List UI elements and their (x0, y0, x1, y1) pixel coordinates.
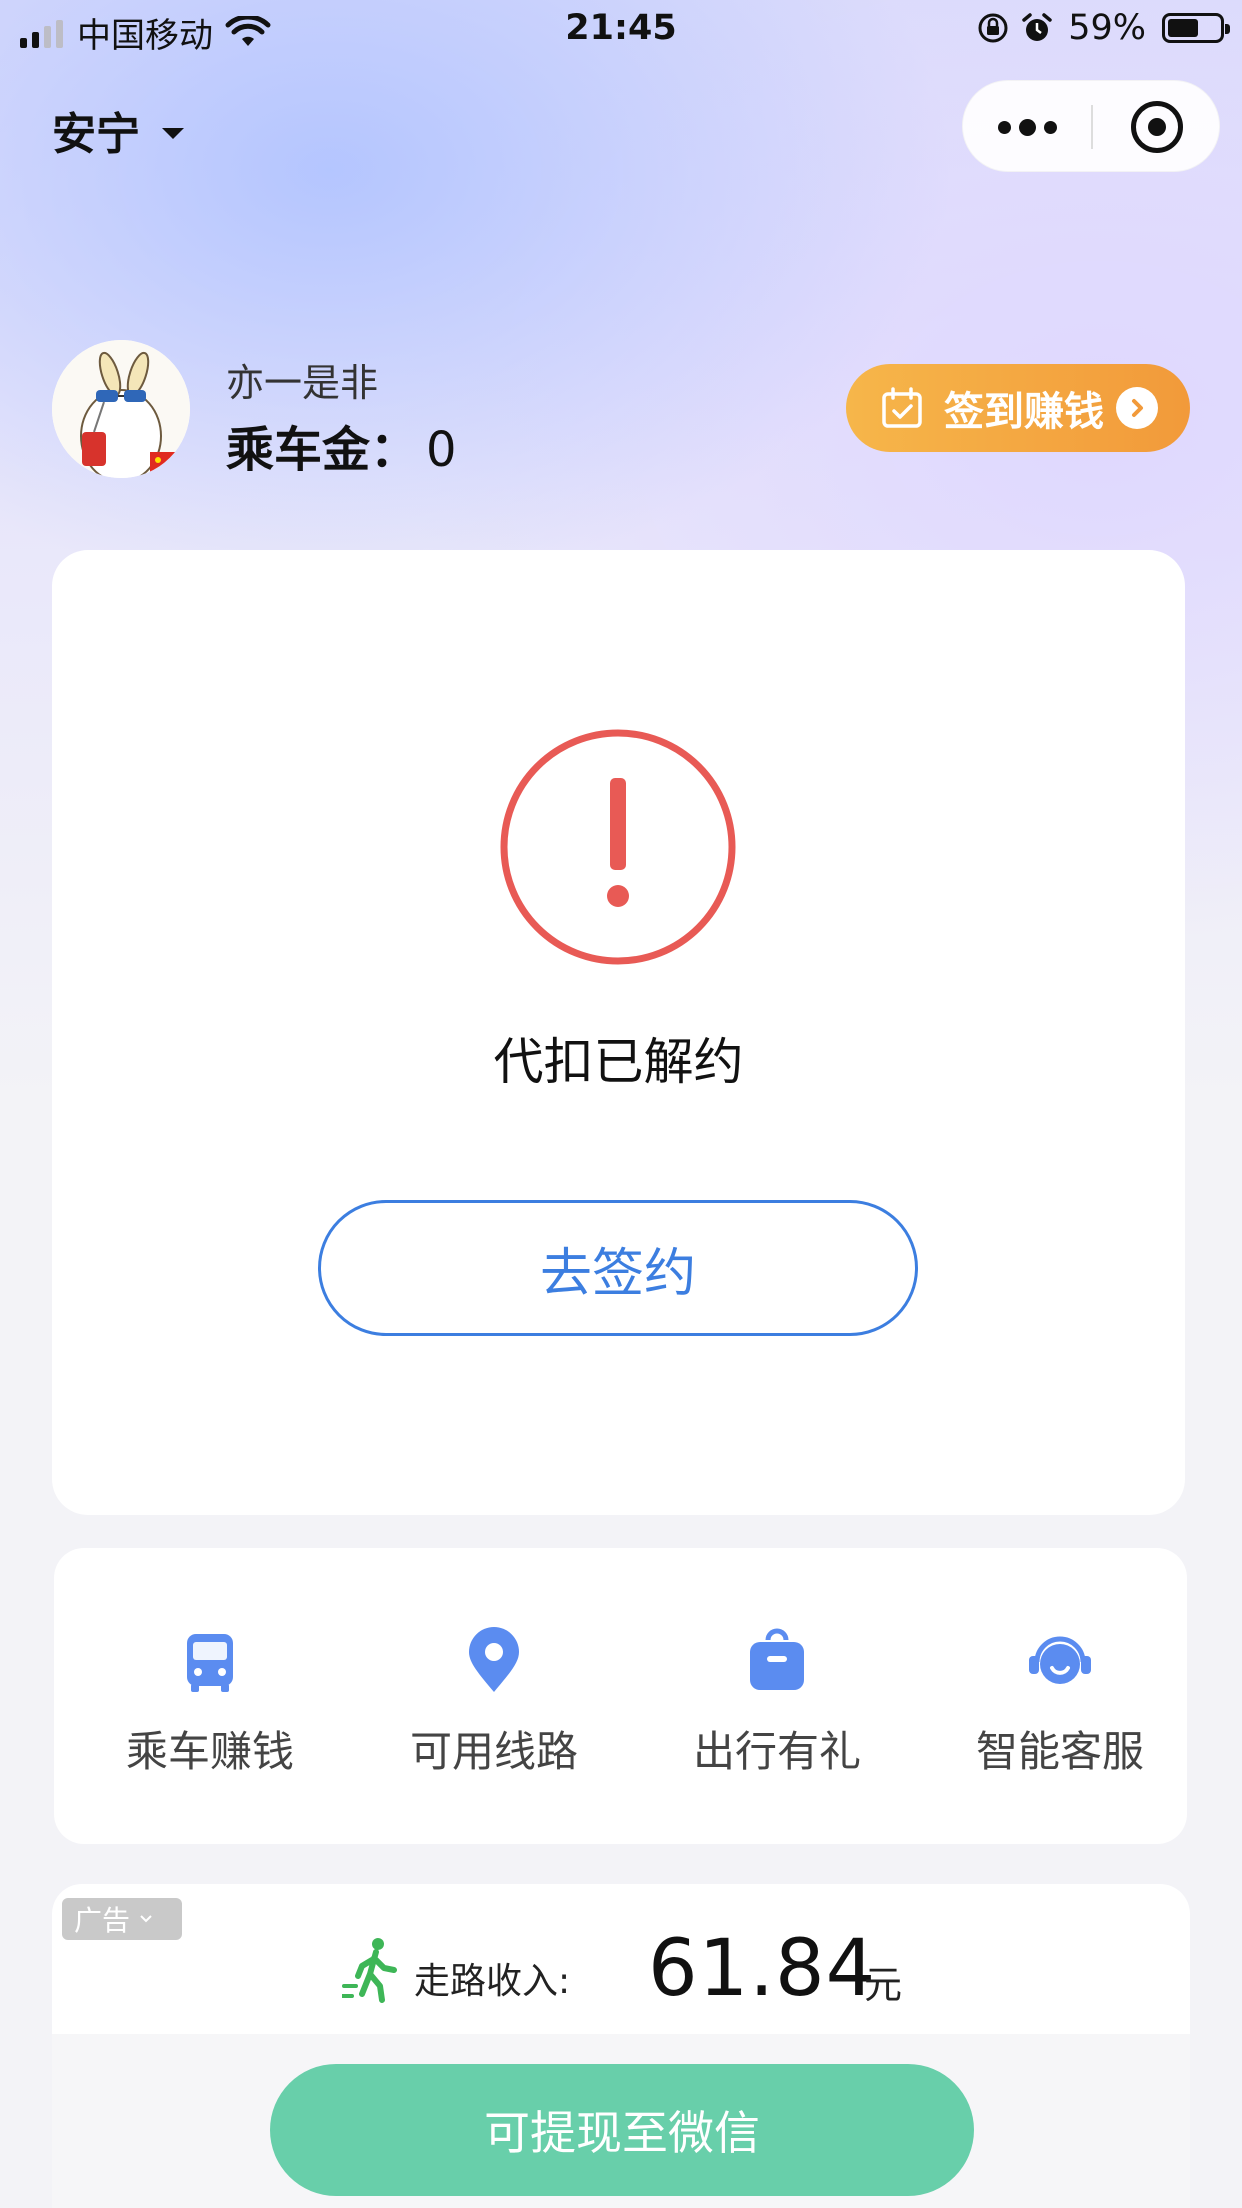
bus-icon (187, 1634, 233, 1692)
nav-item-customer-service[interactable]: 智能客服 (940, 1626, 1180, 1779)
battery-percent: 59% (1068, 8, 1146, 48)
walking-income-label: 走路收入: (414, 1961, 571, 2002)
customer-service-icon (1029, 1636, 1091, 1684)
avatar-image (52, 340, 190, 478)
signin-label: 签到赚钱 (944, 389, 1104, 435)
chevron-down-icon (140, 1915, 152, 1923)
alarm-icon (1022, 13, 1052, 41)
chevron-right-icon (1116, 387, 1158, 429)
location-pin-icon (469, 1627, 519, 1692)
target-icon (1131, 101, 1183, 153)
city-selector[interactable]: 安宁 (52, 98, 184, 162)
withdraw-to-wechat-button[interactable]: 可提现至微信 (270, 2064, 974, 2196)
contract-status-text: 代扣已解约 (493, 1033, 744, 1091)
nav-item-ride-earn[interactable]: 乘车赚钱 (90, 1626, 330, 1779)
go-sign-button[interactable]: 去签约 (318, 1200, 918, 1336)
mini-program-capsule (962, 80, 1220, 172)
caret-down-icon (162, 127, 184, 139)
nav-label: 可用线路 (409, 1727, 578, 1776)
contract-status-card: 代扣已解约 去签约 (52, 550, 1185, 1515)
more-menu-button[interactable] (963, 81, 1091, 173)
rotation-lock-icon (978, 13, 1008, 43)
avatar[interactable] (52, 340, 190, 478)
city-name: 安宁 (52, 109, 140, 160)
walking-earnings-card: 广告 走路收入: 61.84 元 (52, 1884, 1190, 2044)
nav-item-travel-gift[interactable]: 出行有礼 (657, 1626, 897, 1779)
status-right: 59% (976, 8, 1230, 48)
nav-item-routes[interactable]: 可用线路 (374, 1626, 614, 1779)
quick-nav-card: 乘车赚钱 可用线路 出行有礼 智能客服 (54, 1548, 1187, 1844)
nav-label: 乘车赚钱 (125, 1727, 294, 1776)
user-name: 亦一是非 (226, 361, 379, 405)
walking-person-icon (342, 1938, 397, 2003)
nav-label: 出行有礼 (692, 1727, 861, 1776)
status-bar: 中国移动 21:45 59% (0, 0, 1242, 62)
ride-coin-label: 乘车金： (226, 422, 419, 478)
ride-coin: 乘车金： 0 (226, 410, 457, 480)
gift-bag-icon (750, 1628, 804, 1690)
close-miniprogram-button[interactable] (1093, 81, 1221, 173)
nav-label: 智能客服 (975, 1727, 1144, 1776)
ad-tag[interactable]: 广告 (62, 1898, 182, 1940)
ad-tag-label: 广告 (74, 1904, 131, 1937)
warning-icon (500, 729, 736, 965)
ride-coin-value: 0 (426, 422, 457, 478)
calendar-check-icon (882, 387, 922, 428)
battery-icon (1162, 13, 1230, 43)
walking-income-unit: 元 (864, 1963, 903, 2007)
signin-earn-button[interactable]: 签到赚钱 (846, 364, 1190, 452)
walking-income-value: 61.84 (648, 1924, 877, 2014)
